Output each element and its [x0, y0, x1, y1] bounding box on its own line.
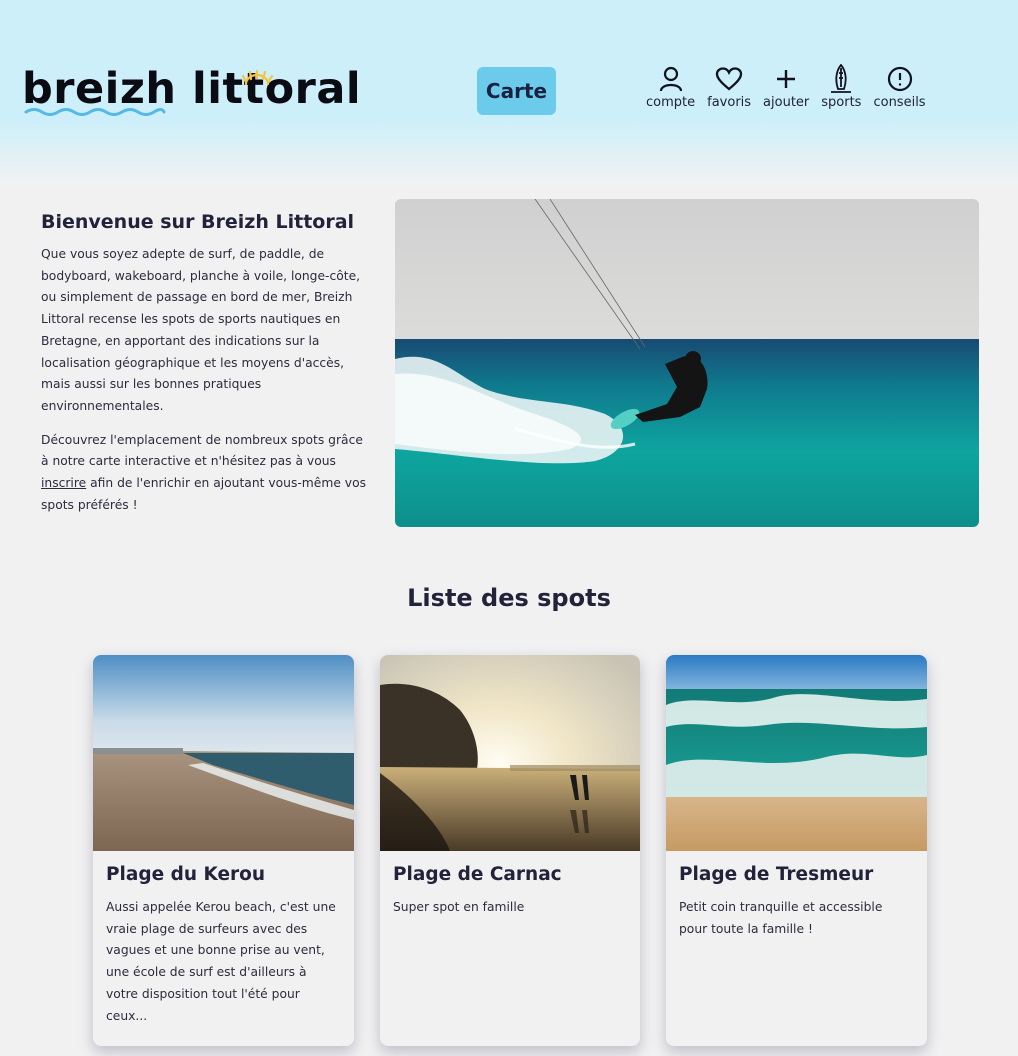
intro-section: Bienvenue sur Breizh Littoral Que vous s…: [41, 208, 367, 528]
spots-list: Plage du Kerou Aussi appelée Kerou beach…: [93, 655, 953, 1046]
alert-circle-icon: [885, 64, 915, 94]
spot-name: Plage du Kerou: [106, 864, 266, 885]
surfboard-icon: [826, 64, 856, 94]
spot-image-carnac: [380, 655, 640, 851]
nav-label: sports: [821, 95, 862, 110]
nav-label: conseils: [873, 95, 926, 110]
spots-list-title: Liste des spots: [407, 584, 611, 612]
nav-label: ajouter: [763, 95, 810, 110]
site-header: breizh littoral Carte compte favoris ajo…: [0, 0, 1018, 185]
intro-paragraph-cta: Découvrez l'emplacement de nombreux spot…: [41, 430, 367, 517]
spot-description: Super spot en famille: [393, 900, 525, 914]
cta-text-start: Découvrez l'emplacement de nombreux spot…: [41, 432, 363, 469]
plus-icon: [771, 64, 801, 94]
spot-name: Plage de Carnac: [393, 864, 562, 885]
intro-paragraph: Que vous soyez adepte de surf, de paddle…: [41, 247, 361, 413]
nav-item-sports[interactable]: sports: [821, 64, 861, 116]
user-icon: [656, 64, 686, 94]
spot-image-kerou: [93, 655, 354, 851]
nav-label: compte: [646, 95, 696, 110]
nav-item-compte[interactable]: compte: [646, 64, 695, 116]
spot-image-tresmeur: [666, 655, 927, 851]
nav-label: favoris: [707, 95, 752, 110]
signup-link[interactable]: inscrire: [41, 476, 86, 490]
heart-icon: [714, 64, 744, 94]
nav-item-conseils[interactable]: conseils: [873, 64, 926, 116]
spot-description: Petit coin tranquille et accessible pour…: [679, 900, 883, 936]
spot-card-carnac[interactable]: Plage de Carnac Super spot en famille: [380, 655, 640, 1046]
spot-card-kerou[interactable]: Plage du Kerou Aussi appelée Kerou beach…: [93, 655, 354, 1046]
site-logo[interactable]: breizh littoral: [22, 60, 361, 122]
intro-title: Bienvenue sur Breizh Littoral: [41, 211, 355, 233]
nav-item-ajouter[interactable]: ajouter: [763, 64, 809, 116]
cta-text-end: afin de l'enrichir en ajoutant vous-même…: [41, 476, 366, 512]
nav-item-favoris[interactable]: favoris: [707, 64, 751, 116]
spot-name: Plage de Tresmeur: [679, 864, 874, 885]
spot-card-tresmeur[interactable]: Plage de Tresmeur Petit coin tranquille …: [666, 655, 927, 1046]
map-button[interactable]: Carte: [477, 67, 556, 115]
logo-decoration: [24, 69, 274, 116]
hero-image-kitesurf: [395, 199, 979, 527]
main-nav: compte favoris ajouter sports conseils: [646, 64, 938, 116]
spot-description: Aussi appelée Kerou beach, c'est une vra…: [106, 900, 336, 1023]
